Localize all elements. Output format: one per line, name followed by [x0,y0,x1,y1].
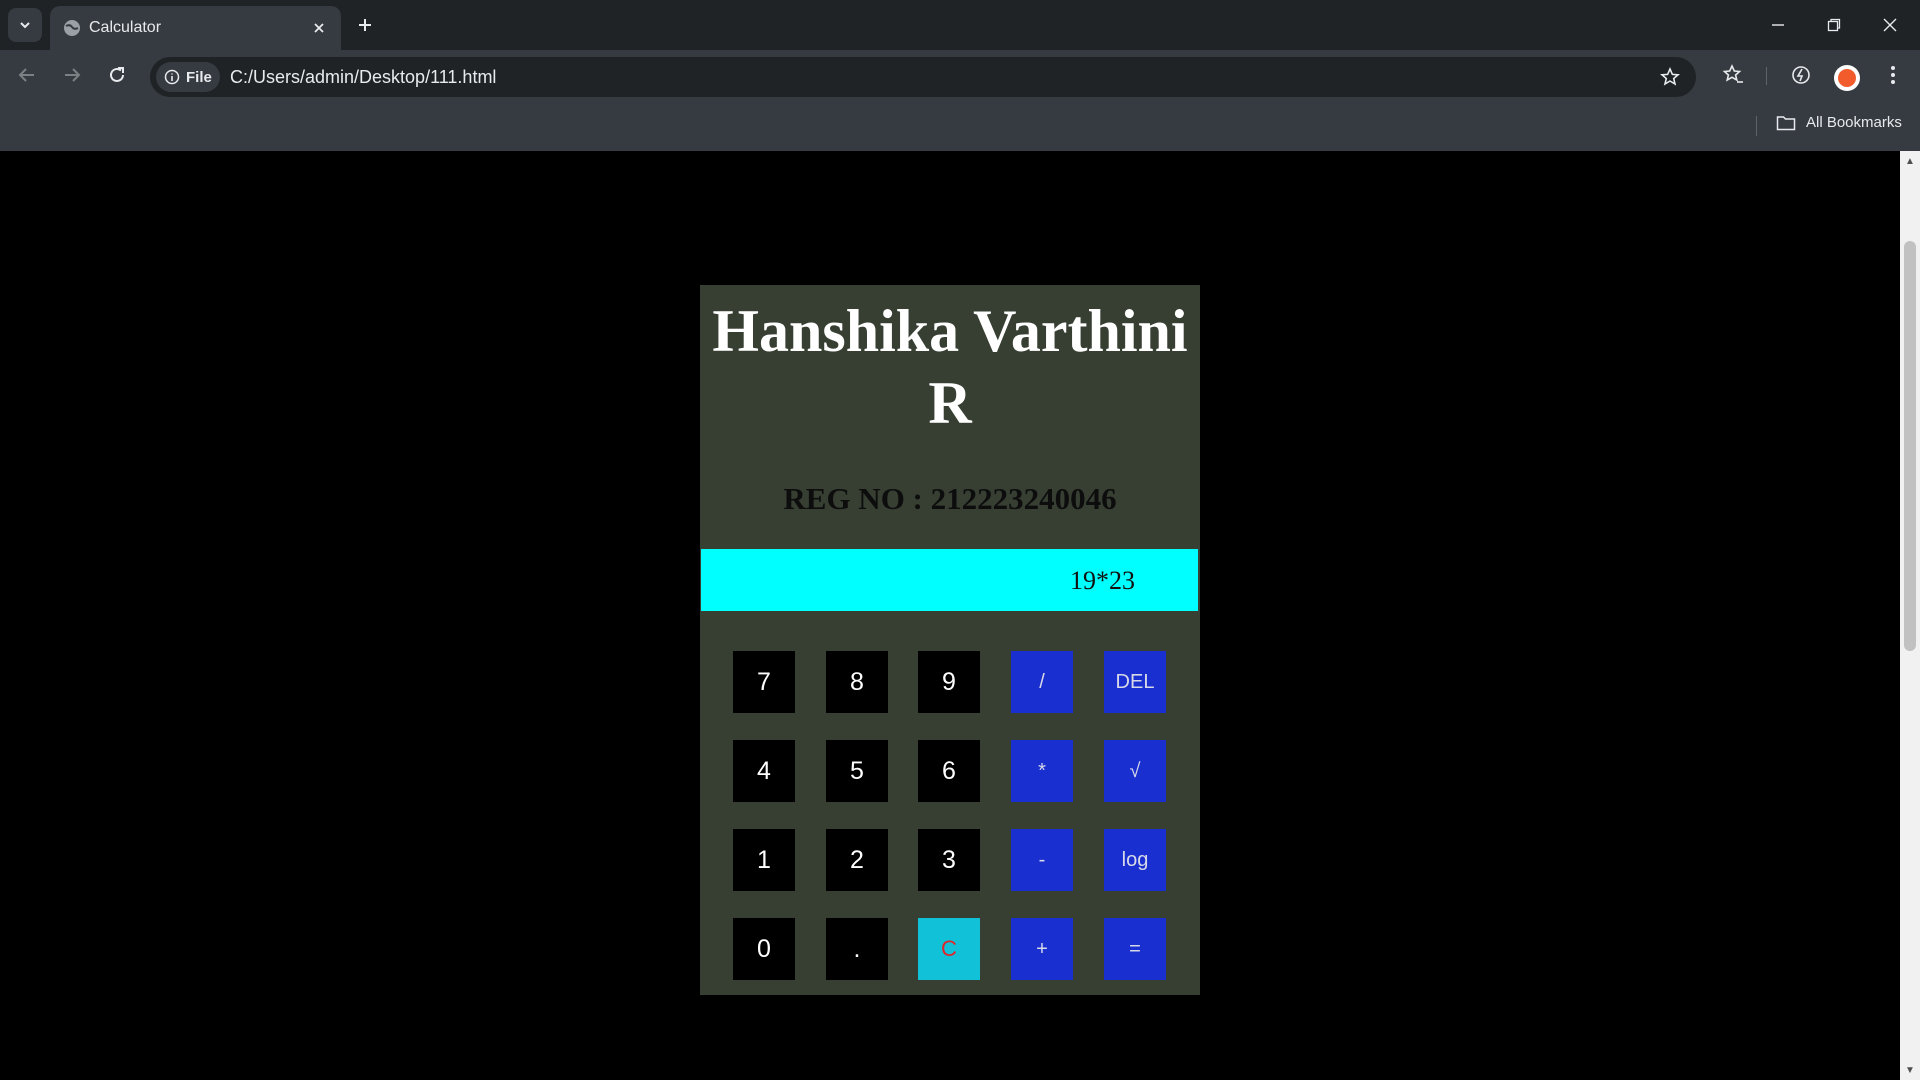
more-vert-icon [1891,66,1895,84]
minimize-button[interactable] [1750,0,1806,50]
tab-search-button[interactable] [8,8,42,42]
extensions-button[interactable] [1784,58,1818,92]
key-5-button[interactable]: 5 [826,740,888,802]
display-value: 19*23 [1070,566,1135,595]
tab-strip: Calculator [0,0,1920,50]
performance-icon [1792,66,1810,84]
star-icon [1660,67,1680,86]
browser-toolbar: File C:/Users/admin/Desktop/111.html [0,50,1920,100]
key-1-button[interactable]: 1 [733,829,795,891]
tab-calculator[interactable]: Calculator [50,6,341,50]
key-delete-button[interactable]: DEL [1104,651,1166,713]
calculator-display[interactable]: 19*23 [701,549,1198,611]
site-info-chip[interactable]: File [156,62,220,92]
key-equals-button[interactable]: = [1104,918,1166,980]
restore-icon [1827,18,1841,32]
reload-icon [110,67,124,82]
back-button[interactable] [10,58,44,92]
bookmarks-bar: All Bookmarks [0,100,1920,151]
chevron-down-icon [20,22,30,29]
forward-button[interactable] [55,58,89,92]
scroll-up-arrow[interactable]: ▲ [1900,151,1920,171]
key-8-button[interactable]: 8 [826,651,888,713]
reading-list-button[interactable] [1716,58,1750,92]
key-4-button[interactable]: 4 [733,740,795,802]
student-name-line1: Hanshika Varthini [712,298,1188,364]
info-icon [164,69,180,85]
address-bar[interactable]: File C:/Users/admin/Desktop/111.html [150,57,1696,97]
key-divide-button[interactable]: / [1011,651,1073,713]
scrollbar-thumb[interactable] [1904,241,1916,651]
vertical-scrollbar[interactable]: ▲ ▼ [1900,151,1920,1080]
scroll-down-arrow[interactable]: ▼ [1900,1060,1920,1080]
page-viewport: Hanshika Varthini R REG NO : 21222324004… [0,151,1920,1080]
all-bookmarks-button[interactable]: All Bookmarks [1776,114,1902,131]
toolbar-divider [1766,67,1767,85]
tab-close-button[interactable] [307,16,331,40]
key-multiply-button[interactable]: * [1011,740,1073,802]
profile-avatar[interactable] [1834,65,1860,91]
globe-icon [64,20,80,36]
avatar-icon [1838,69,1856,87]
student-name: Hanshika Varthini R [700,295,1200,439]
key-0-button[interactable]: 0 [733,918,795,980]
key-sqrt-button[interactable]: √ [1104,740,1166,802]
restore-button[interactable] [1806,0,1862,50]
student-name-line2: R [928,370,972,436]
minimize-icon [1772,24,1784,26]
close-icon [1883,18,1897,32]
key-2-button[interactable]: 2 [826,829,888,891]
star-list-icon [1722,64,1743,83]
tab-title: Calculator [89,19,162,36]
url-text[interactable]: C:/Users/admin/Desktop/111.html [230,67,496,87]
key-decimal-button[interactable]: . [826,918,888,980]
bookmarks-divider [1756,116,1757,136]
all-bookmarks-label: All Bookmarks [1806,114,1902,131]
key-6-button[interactable]: 6 [918,740,980,802]
folder-icon [1776,115,1796,130]
arrow-left-icon [18,68,34,82]
key-log-button[interactable]: log [1104,829,1166,891]
reload-button[interactable] [100,58,134,92]
site-chip-label: File [186,68,212,86]
calculator: Hanshika Varthini R REG NO : 21222324004… [700,285,1200,995]
reg-number: REG NO : 212223240046 [783,481,1117,516]
key-clear-button[interactable]: C [918,918,980,980]
bookmark-star-button[interactable] [1658,65,1682,89]
close-window-button[interactable] [1862,0,1918,50]
close-icon [314,23,324,33]
browser-menu-button[interactable] [1876,58,1910,92]
new-tab-button[interactable] [350,10,380,40]
key-add-button[interactable]: + [1011,918,1073,980]
key-subtract-button[interactable]: - [1011,829,1073,891]
plus-icon [359,19,371,31]
key-3-button[interactable]: 3 [918,829,980,891]
key-9-button[interactable]: 9 [918,651,980,713]
key-7-button[interactable]: 7 [733,651,795,713]
arrow-right-icon [65,68,81,82]
